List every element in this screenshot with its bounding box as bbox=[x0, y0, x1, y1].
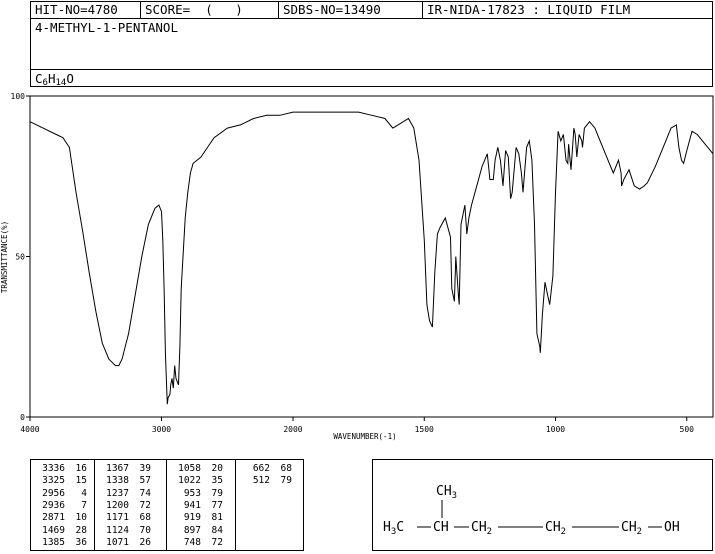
spectrum-line bbox=[29, 111, 714, 405]
peak-transmittance: 68 bbox=[139, 512, 151, 524]
peak-row: 897 84 bbox=[173, 525, 223, 537]
peak-transmittance: 36 bbox=[75, 536, 87, 548]
peak-transmittance: 81 bbox=[211, 512, 223, 524]
peak-row: 1385 36 bbox=[37, 537, 87, 549]
ch2-group-label: CH2 bbox=[471, 520, 492, 537]
peak-transmittance: 28 bbox=[75, 524, 87, 536]
peak-wavenumber: 919 bbox=[183, 512, 201, 524]
peak-row: 3325 15 bbox=[37, 475, 87, 487]
peak-row: 953 79 bbox=[173, 488, 223, 500]
peak-wavenumber: 2871 bbox=[42, 512, 65, 524]
peak-transmittance: 79 bbox=[280, 475, 292, 487]
peak-transmittance: 70 bbox=[139, 524, 151, 536]
peak-wavenumber: 3336 bbox=[42, 463, 65, 474]
peak-row: 2956 4 bbox=[37, 488, 87, 500]
peak-row: 512 79 bbox=[242, 475, 292, 487]
peak-wavenumber: 2956 bbox=[42, 487, 65, 499]
peak-wavenumber: 3325 bbox=[42, 475, 65, 487]
peak-wavenumber: 1124 bbox=[106, 524, 129, 536]
peak-transmittance: 72 bbox=[139, 499, 151, 511]
peak-row: 1367 39 bbox=[101, 463, 151, 475]
y-tick-label: 0 bbox=[20, 413, 25, 422]
peak-wavenumber: 953 bbox=[183, 487, 201, 499]
peak-wavenumber: 1469 bbox=[42, 524, 65, 536]
x-tick-label: 4000 bbox=[20, 425, 39, 434]
peak-transmittance: 72 bbox=[211, 536, 223, 548]
peak-transmittance: 35 bbox=[211, 475, 223, 487]
peak-row: 1469 28 bbox=[37, 525, 87, 537]
plot-frame bbox=[29, 95, 714, 418]
peak-transmittance: 39 bbox=[139, 463, 151, 474]
y-tick-label: 50 bbox=[15, 253, 25, 262]
peak-row: 1237 74 bbox=[101, 488, 151, 500]
hydroxyl-group-label: OH bbox=[664, 520, 680, 535]
peak-row: 2936 7 bbox=[37, 500, 87, 512]
peak-transmittance: 4 bbox=[81, 487, 87, 499]
peak-transmittance: 20 bbox=[211, 463, 223, 474]
x-tick-label: 1500 bbox=[415, 425, 434, 434]
x-axis-label: WAVENUMBER(-1) bbox=[333, 432, 396, 441]
peak-wavenumber: 512 bbox=[252, 475, 270, 487]
peak-wavenumber: 897 bbox=[183, 524, 201, 536]
peak-wavenumber: 1022 bbox=[178, 475, 201, 487]
peak-column: 1367 39 1338 57 1237 74 1200 72 1171 68 1124 70 1071… bbox=[94, 460, 166, 550]
peak-row: 1022 35 bbox=[173, 475, 223, 487]
peak-wavenumber: 1338 bbox=[106, 475, 129, 487]
peak-column: 1058 20 1022 35 953 79 941 77 919 81 897 84 748 72 bbox=[166, 460, 235, 550]
y-axis: 0 50 100 bbox=[11, 92, 30, 422]
peak-row: 1058 20 bbox=[173, 463, 223, 475]
ir-spectrum-chart: 4000 3000 2000 1500 1000 500 0 50 100 WAVENUMBE… bbox=[0, 92, 714, 441]
peak-transmittance: 74 bbox=[139, 487, 151, 499]
structure-box: CH3 H3C CH CH2 CH2 CH2 OH bbox=[372, 459, 713, 551]
peak-column: 3336 16 3325 15 2956 4 2936 7 2871 10 1469 28 1385 36 bbox=[31, 460, 94, 550]
methyl-group-label: CH3 bbox=[436, 484, 457, 501]
peak-transmittance: 57 bbox=[139, 475, 151, 487]
peak-row: 919 81 bbox=[173, 512, 223, 524]
peak-row: 1124 70 bbox=[101, 525, 151, 537]
peak-wavenumber: 1237 bbox=[106, 487, 129, 499]
peak-row: 1200 72 bbox=[101, 500, 151, 512]
peak-transmittance: 15 bbox=[75, 475, 87, 487]
peak-row: 3336 16 bbox=[37, 463, 87, 475]
peak-wavenumber: 1071 bbox=[106, 536, 129, 548]
peak-wavenumber: 1058 bbox=[178, 463, 201, 474]
peak-transmittance: 26 bbox=[139, 536, 151, 548]
peak-row: 748 72 bbox=[173, 537, 223, 549]
ch2-group-label: CH2 bbox=[621, 520, 642, 537]
peak-row: 941 77 bbox=[173, 500, 223, 512]
peak-wavenumber: 1367 bbox=[106, 463, 129, 474]
peak-row: 1071 26 bbox=[101, 537, 151, 549]
peak-wavenumber: 2936 bbox=[42, 499, 65, 511]
y-axis-label: TRANSMITTANCE(%) bbox=[0, 221, 9, 293]
peak-wavenumber: 1171 bbox=[106, 512, 129, 524]
peak-row: 1338 57 bbox=[101, 475, 151, 487]
peak-wavenumber: 748 bbox=[183, 536, 201, 548]
peak-transmittance: 16 bbox=[75, 463, 87, 474]
peak-row: 662 68 bbox=[242, 463, 292, 475]
peak-transmittance: 84 bbox=[211, 524, 223, 536]
peak-column: 662 68 512 79 bbox=[235, 460, 303, 550]
ch-group-label: CH bbox=[433, 520, 449, 535]
peak-wavenumber: 662 bbox=[252, 463, 270, 474]
peak-row: 2871 10 bbox=[37, 512, 87, 524]
x-tick-label: 1000 bbox=[546, 425, 565, 434]
y-tick-label: 100 bbox=[11, 92, 26, 101]
peak-transmittance: 7 bbox=[81, 499, 87, 511]
h3c-group-label: H3C bbox=[383, 520, 404, 537]
peak-transmittance: 68 bbox=[280, 463, 292, 474]
peak-wavenumber: 941 bbox=[183, 499, 201, 511]
peak-table: 3336 16 3325 15 2956 4 2936 7 2871 10 1469 28 1385 36… bbox=[30, 459, 304, 551]
molecular-structure: CH3 H3C CH CH2 CH2 CH2 OH bbox=[383, 484, 680, 537]
x-tick-label: 2000 bbox=[283, 425, 302, 434]
peak-transmittance: 79 bbox=[211, 487, 223, 499]
peak-wavenumber: 1385 bbox=[42, 536, 65, 548]
peak-transmittance: 10 bbox=[75, 512, 87, 524]
x-tick-label: 500 bbox=[680, 425, 695, 434]
peak-transmittance: 77 bbox=[211, 499, 223, 511]
peak-wavenumber: 1200 bbox=[106, 499, 129, 511]
peak-row: 1171 68 bbox=[101, 512, 151, 524]
x-tick-label: 3000 bbox=[152, 425, 171, 434]
ch2-group-label: CH2 bbox=[545, 520, 566, 537]
